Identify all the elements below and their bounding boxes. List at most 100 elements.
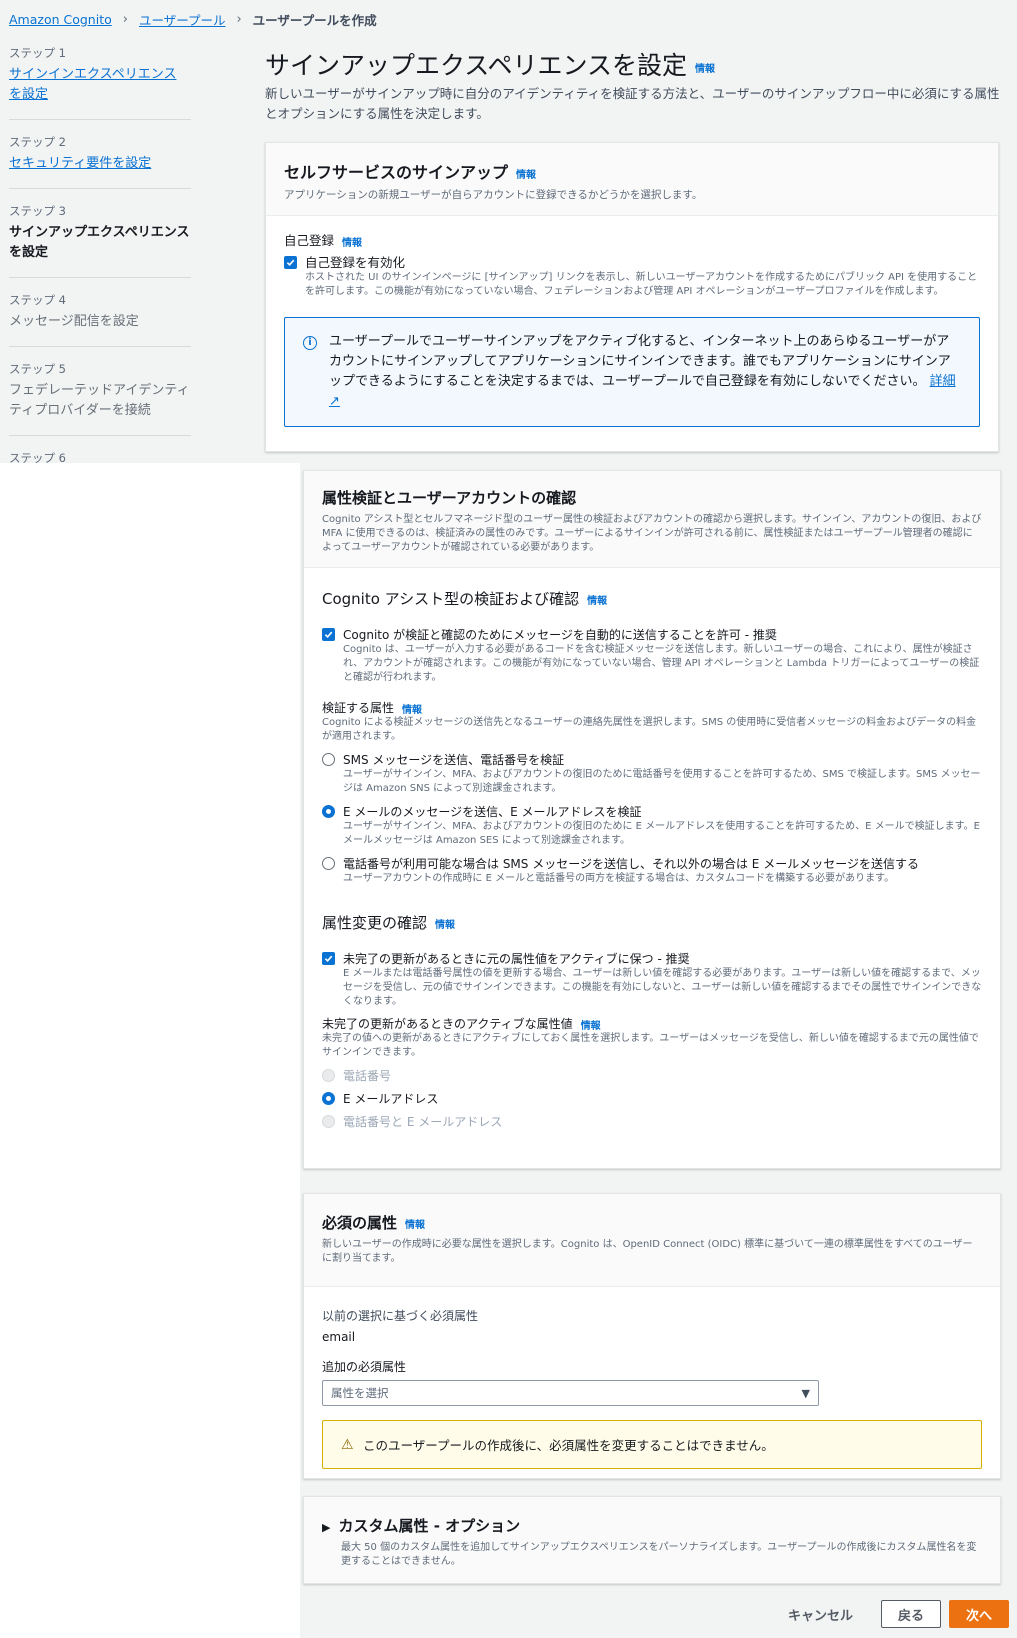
breadcrumb-current: ユーザープールを作成 [252,13,377,28]
radio-description: ユーザーがサインイン、MFA、およびアカウントの復旧のために電話番号を使用するこ… [343,769,981,794]
breadcrumb: Amazon Cognito › ユーザープール › ユーザープールを作成 [9,10,377,29]
radio-sms-or-email[interactable] [322,857,335,870]
keep-original-checkbox[interactable] [322,952,335,965]
custom-attributes-card: ▶ カスタム属性 - オプション 最大 50 個のカスタム属性を追加してサインアッ… [303,1496,1001,1584]
self-registration-checkbox[interactable] [284,256,297,269]
checkbox-description: Cognito は、ユーザーが入力する必要があるコードを含む検証メッセージを送信… [343,644,980,683]
attributes-to-verify-label: 検証する属性 情報 [322,701,423,716]
self-registration-label: 自己登録 情報 [284,233,363,249]
info-link[interactable]: 情報 [581,1021,601,1032]
page-title-text: サインアップエクスペリエンスを設定 [265,51,688,80]
attribute-change-title: 属性変更の確認 情報 [322,914,456,932]
external-link-icon: ↗ [329,394,340,409]
card-header: セルフサービスのサインアップ 情報 アプリケーションの新規ユーザーが自らアカウント… [266,143,998,216]
allow-auto-message-checkbox[interactable] [322,628,335,641]
wizard-actions: キャンセル 戻る 次へ [788,1600,1009,1628]
radio-description: ユーザーアカウントの作成時に E メールと電話番号の両方を検証する場合は、カスタ… [343,873,895,884]
step-link-security[interactable]: セキュリティ要件を設定 [9,154,191,174]
custom-attributes-header[interactable]: ▶ カスタム属性 - オプション 最大 50 個のカスタム属性を追加してサインアッ… [304,1497,1000,1569]
step-6: ステップ 6 [9,450,191,466]
verify-option-email: E メールのメッセージを送信、E メールアドレスを検証 ユーザーがサインイン、M… [322,804,982,848]
radio-label: SMS メッセージを送信、電話番号を検証 [343,753,565,767]
radio-active-email[interactable] [322,1092,335,1105]
attribute-select[interactable]: 属性を選択 ▼ [322,1380,819,1406]
step-number: ステップ 6 [9,451,66,465]
self-service-signup-card: セルフサービスのサインアップ 情報 アプリケーションの新規ユーザーが自らアカウント… [265,142,999,452]
chevron-right-icon: › [236,12,242,27]
alert-text: このユーザープールの作成後に、必須属性を変更することはできません。 [363,1438,774,1453]
info-link[interactable]: 情報 [587,596,607,607]
verify-option-sms: SMS メッセージを送信、電話番号を検証 ユーザーがサインイン、MFA、およびア… [322,752,982,796]
active-option-phone: 電話番号 [322,1068,982,1084]
info-link[interactable]: 情報 [516,170,536,181]
previous-required-value: email [322,1330,356,1344]
checkbox-label: Cognito が検証と確認のためにメッセージを自動的に送信することを許可 - … [343,628,777,642]
step-federated-idp: フェデレーテッドアイデンティティプロバイダーを接続 [9,383,190,418]
step-message-delivery: メッセージ配信を設定 [9,314,139,329]
card-body: 以前の選択に基づく必須属性 email 追加の必須属性 属性を選択 ▼ ⚠ この… [304,1287,1000,1481]
self-registration-info-alert: i ユーザープールでユーザーサインアップをアクティブ化すると、インターネット上の… [284,317,980,427]
caret-right-icon: ▶ [322,1521,331,1534]
self-registration-option: 自己登録を有効化 ホストされた UI のサインインページに [サインアップ] リ… [284,255,980,299]
step-3: ステップ 3 サインアップエクスペリエンスを設定 [9,203,191,278]
card-description: 新しいユーザーの作成時に必要な属性を選択します。Cognito は、OpenID… [322,1239,973,1264]
info-link[interactable]: 情報 [402,705,422,716]
card-header: 必須の属性 情報 新しいユーザーの作成時に必要な属性を選択します。Cognito … [304,1194,1000,1287]
step-4: ステップ 4 メッセージ配信を設定 [9,292,191,347]
next-button[interactable]: 次へ [949,1600,1009,1628]
back-button[interactable]: 戻る [881,1600,941,1628]
card-body: 自己登録 情報 自己登録を有効化 ホストされた UI のサインインページに [サイ… [266,216,998,439]
radio-description: ユーザーがサインイン、MFA、およびアカウントの復旧のために E メールアドレス… [343,821,980,846]
step-current-sign-up: サインアップエクスペリエンスを設定 [9,225,190,260]
step-number: ステップ 4 [9,293,66,307]
card-body: Cognito アシスト型の検証および確認 情報 Cognito が検証と確認のた… [304,568,1000,1142]
active-option-email: E メールアドレス [322,1091,982,1107]
card-title: 必須の属性 情報 [322,1214,426,1232]
card-title: 属性検証とユーザーアカウントの確認 [322,489,577,507]
additional-required-label: 追加の必須属性 [322,1360,407,1374]
step-number: ステップ 1 [9,46,66,60]
info-link[interactable]: 情報 [695,64,715,75]
attributes-to-verify-description: Cognito による検証メッセージの送信先となるユーザーの連絡先属性を選択しま… [322,717,977,742]
page-description: 新しいユーザーがサインアップ時に自分のアイデンティティを検証する方法と、ユーザー… [265,86,1000,121]
wizard-steps: ステップ 1 サインインエクスペリエンスを設定 ステップ 2 セキュリティ要件を… [9,45,191,470]
warning-icon: ⚠ [341,1437,354,1453]
info-link[interactable]: 情報 [342,238,362,249]
page-title: サインアップエクスペリエンスを設定 情報 [265,46,715,82]
card-title: セルフサービスのサインアップ 情報 [284,163,537,182]
alert-text: ユーザープールでユーザーサインアップをアクティブ化すると、インターネット上のあら… [329,334,951,389]
step-1: ステップ 1 サインインエクスペリエンスを設定 [9,45,191,120]
step-5: ステップ 5 フェデレーテッドアイデンティティプロバイダーを接続 [9,361,191,436]
info-link[interactable]: 情報 [405,1220,425,1231]
chevron-right-icon: › [122,12,128,27]
active-option-phone-and-email: 電話番号と E メールアドレス [322,1114,982,1130]
cancel-button[interactable]: キャンセル [788,1605,853,1624]
radio-sms[interactable] [322,753,335,766]
radio-label: 電話番号 [343,1069,392,1083]
step-number: ステップ 2 [9,135,66,149]
active-attribute-label: 未完了の更新があるときのアクティブな属性値 情報 [322,1017,601,1032]
required-attributes-card: 必須の属性 情報 新しいユーザーの作成時に必要な属性を選択します。Cognito … [303,1193,1001,1479]
checkbox-description: E メールまたは電話番号属性の値を更新する場合、ユーザーは新しい値を確認する必要… [343,968,982,1007]
card-description: アプリケーションの新規ユーザーが自らアカウントに登録できるかどうかを選択します。 [284,189,703,201]
breadcrumb-cognito[interactable]: Amazon Cognito [9,12,112,27]
attribute-verification-card: 属性検証とユーザーアカウントの確認 Cognito アシスト型とセルフマネージド… [303,470,1001,1169]
allow-auto-message-option: Cognito が検証と確認のためにメッセージを自動的に送信することを許可 - … [322,627,982,685]
card-description: 最大 50 個のカスタム属性を追加してサインアップエクスペリエンスをパーソナライ… [341,1542,977,1567]
radio-label: 電話番号と E メールアドレス [343,1115,503,1129]
radio-active-phone [322,1069,335,1082]
radio-email[interactable] [322,805,335,818]
info-link[interactable]: 情報 [435,920,455,931]
radio-label: E メールのメッセージを送信、E メールアドレスを検証 [343,805,642,819]
checkbox-label: 自己登録を有効化 [305,255,406,270]
verify-option-sms-or-email: 電話番号が利用可能な場合は SMS メッセージを送信し、それ以外の場合は E メ… [322,856,982,886]
breadcrumb-user-pools[interactable]: ユーザープール [139,10,226,29]
card-header: 属性検証とユーザーアカウントの確認 Cognito アシスト型とセルフマネージド… [304,471,1000,568]
info-icon: i [303,336,317,350]
checkbox-description: ホストされた UI のサインインページに [サインアップ] リンクを表示し、新し… [305,272,978,297]
checkbox-label: 未完了の更新があるときに元の属性値をアクティブに保つ - 推奨 [343,952,690,966]
radio-label: 電話番号が利用可能な場合は SMS メッセージを送信し、それ以外の場合は E メ… [343,857,919,871]
card-description: Cognito アシスト型とセルフマネージド型のユーザー属性の検証およびアカウン… [322,514,982,553]
caret-down-icon: ▼ [801,1386,810,1400]
step-link-sign-in[interactable]: サインインエクスペリエンスを設定 [9,65,189,105]
